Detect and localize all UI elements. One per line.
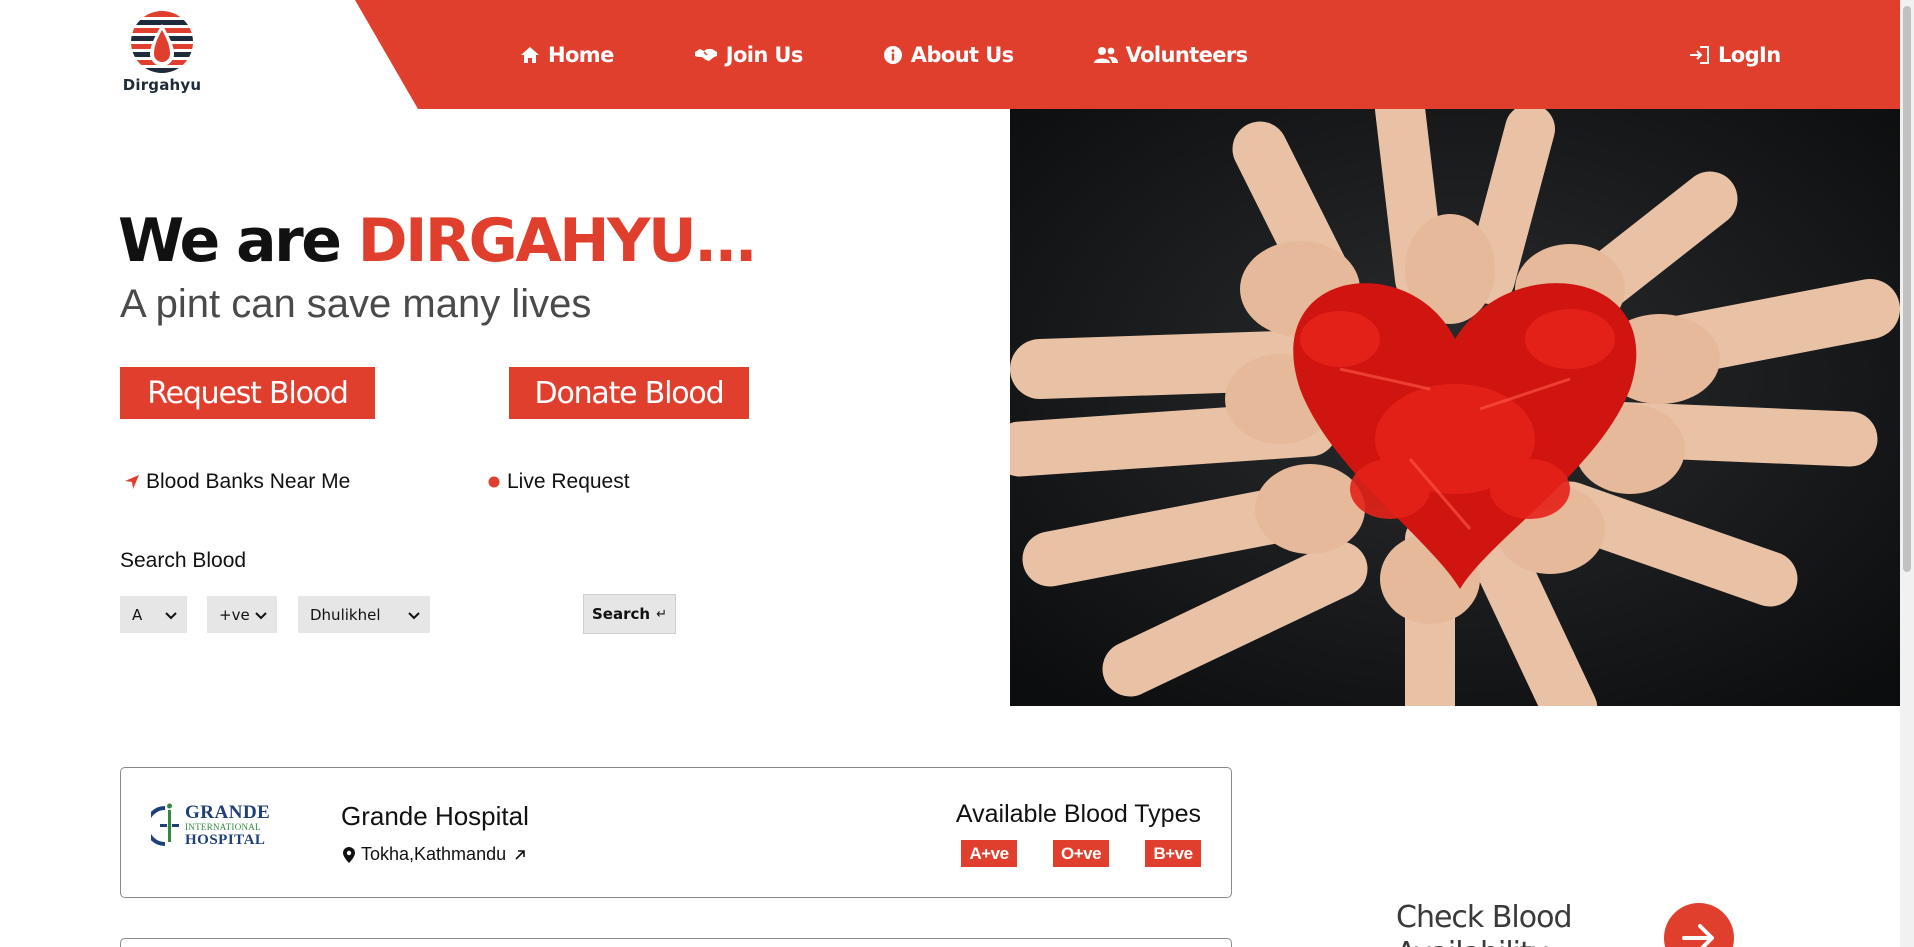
rh-factor-value: +ve (219, 605, 250, 624)
blood-type-badges: A+ve O+ve B+ve (925, 840, 1201, 867)
external-link-arrow-icon (514, 849, 526, 861)
hero-image (1010, 109, 1900, 706)
login-link[interactable]: LogIn (1688, 0, 1781, 109)
blood-type-badge: A+ve (961, 840, 1017, 867)
hero-title-brand: DIRGAHYU... (357, 206, 758, 276)
brand-logo[interactable]: Dirgahyu (120, 8, 204, 94)
blood-banks-label: Blood Banks Near Me (146, 470, 351, 493)
hospital-location: Tokha,Kathmandu (361, 844, 507, 864)
grande-logo-icon (151, 803, 179, 846)
hero-title: We are DIRGAHYU... (118, 206, 758, 276)
search-button-label: Search (592, 605, 651, 623)
hospital-location-link[interactable]: Tokha,Kathmandu (343, 844, 526, 865)
nav-volunteers[interactable]: Volunteers (1093, 42, 1249, 67)
map-pin-icon (343, 846, 355, 863)
hospital-logo-line3: HOSPITAL (185, 831, 266, 848)
home-icon (520, 46, 540, 64)
check-line2: Availability (1396, 936, 1549, 947)
blood-drop-logo-icon (131, 11, 193, 73)
rh-factor-select[interactable]: +ve (207, 596, 277, 633)
login-label: LogIn (1718, 42, 1781, 67)
main-nav: Home Join Us About Us Volunteers (520, 0, 1328, 109)
blood-type-badge: B+ve (1145, 840, 1201, 867)
live-request-link[interactable]: Live Request (487, 470, 630, 494)
painted-hands-image-icon (1010, 109, 1900, 706)
location-arrow-icon (124, 474, 140, 490)
hero-title-prefix: We are (118, 206, 358, 276)
check-availability-button[interactable] (1664, 903, 1734, 947)
available-blood-types-title: Available Blood Types (955, 800, 1201, 828)
hospital-logo-line2: INTERNATIONAL (185, 821, 261, 832)
live-request-label: Live Request (507, 470, 630, 493)
blood-type-badge: O+ve (1053, 840, 1109, 867)
blood-group-select[interactable]: A (120, 596, 187, 633)
donate-blood-button[interactable]: Donate Blood (509, 367, 749, 419)
page-scrollbar[interactable] (1900, 0, 1914, 947)
location-select[interactable]: Dhulikhel (298, 596, 430, 633)
enter-icon: ↵ (656, 606, 667, 622)
chevron-down-icon (165, 606, 177, 624)
handshake-icon (694, 47, 718, 63)
check-line1: Check Blood (1396, 900, 1572, 935)
blood-banks-near-me-link[interactable]: Blood Banks Near Me (124, 470, 350, 494)
info-icon (883, 45, 903, 65)
nav-about-us[interactable]: About Us (883, 43, 1014, 67)
scrollbar-thumb[interactable] (1903, 6, 1911, 572)
chevron-down-icon (255, 606, 267, 624)
nav-home[interactable]: Home (520, 43, 614, 67)
chevron-down-icon (408, 606, 420, 624)
search-button[interactable]: Search ↵ (583, 594, 676, 634)
nav-volunteers-label: Volunteers (1125, 42, 1249, 67)
request-blood-button[interactable]: Request Blood (120, 367, 375, 419)
hospital-card-next[interactable] (120, 938, 1232, 947)
brand-name: Dirgahyu (122, 76, 202, 94)
users-icon (1093, 46, 1118, 64)
login-icon (1688, 45, 1710, 65)
nav-about-us-label: About Us (910, 42, 1014, 67)
hospital-logo-line1: GRANDE (185, 801, 271, 823)
nav-home-label: Home (548, 42, 614, 67)
hospital-name: Grande Hospital (341, 801, 529, 831)
location-value: Dhulikhel (310, 605, 381, 624)
arrow-right-icon (1682, 924, 1714, 947)
hospital-logo: GRANDE INTERNATIONAL HOSPITAL (151, 800, 270, 850)
hospital-logo-text: GRANDE INTERNATIONAL HOSPITAL (185, 803, 270, 848)
nav-join-us[interactable]: Join Us (694, 43, 803, 67)
search-blood-label: Search Blood (120, 549, 247, 572)
hero-subtitle: A pint can save many lives (120, 282, 592, 326)
check-availability-text: Check Blood Availability (1396, 900, 1616, 947)
live-dot-icon (487, 475, 501, 489)
hospital-card[interactable]: GRANDE INTERNATIONAL HOSPITAL Grande Hos… (120, 767, 1232, 898)
blood-group-value: A (132, 605, 143, 624)
nav-join-us-label: Join Us (725, 42, 804, 67)
